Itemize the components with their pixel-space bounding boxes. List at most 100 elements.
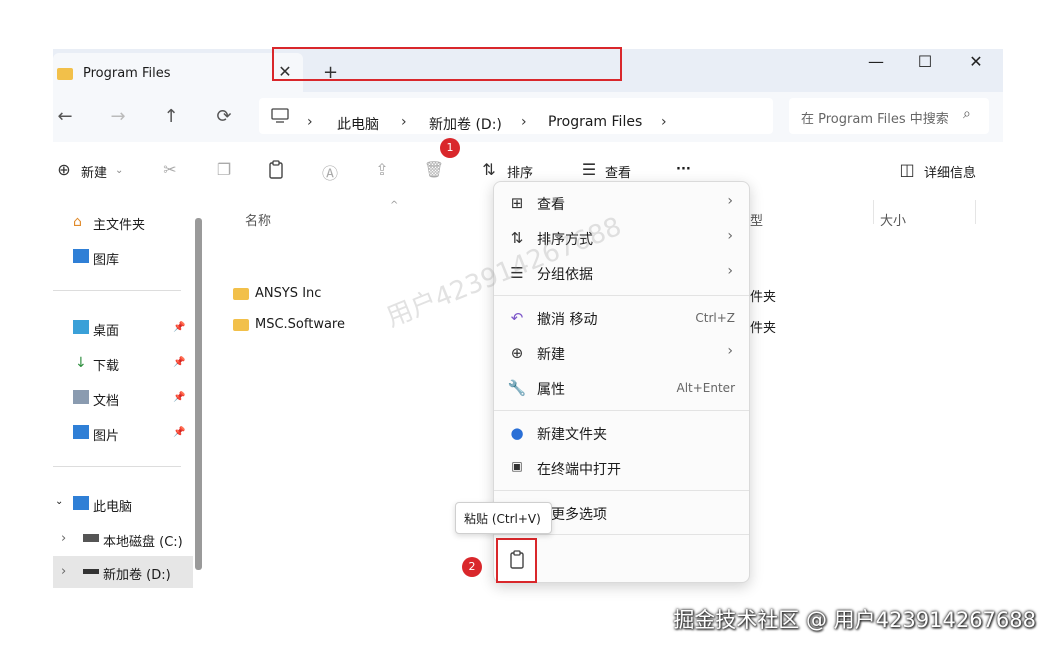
sidebar-item-documents[interactable]: 文档 bbox=[93, 390, 119, 409]
add-icon: ⊕ bbox=[57, 160, 71, 179]
menu-divider bbox=[494, 534, 749, 535]
address-highlight-box bbox=[272, 47, 622, 81]
sidebar-scrollbar[interactable] bbox=[195, 218, 202, 570]
grid-icon: ⊞ bbox=[510, 194, 524, 212]
breadcrumb-separator: › bbox=[401, 114, 407, 130]
back-icon[interactable]: ← bbox=[53, 106, 77, 127]
menu-item-properties[interactable]: 🔧 属性 Alt+Enter bbox=[494, 371, 749, 405]
footer-watermark: 掘金技术社区 @ 用户423914267688 bbox=[673, 608, 1036, 632]
menu-item-undo-move[interactable]: ↶ 撤消 移动 Ctrl+Z bbox=[494, 301, 749, 335]
new-button[interactable]: 新建 bbox=[81, 162, 107, 181]
column-separator bbox=[873, 200, 874, 224]
breadcrumb-separator: › bbox=[521, 114, 527, 130]
paste-button[interactable] bbox=[496, 538, 537, 583]
sidebar-item-drive-d[interactable]: 新加卷 (D:) bbox=[103, 564, 171, 583]
chevron-right-icon: › bbox=[727, 343, 733, 359]
pc-icon bbox=[73, 496, 89, 510]
new-folder-icon: ● bbox=[510, 424, 524, 442]
chevron-right-icon: › bbox=[727, 228, 733, 244]
details-button[interactable]: 详细信息 bbox=[924, 162, 976, 181]
sidebar-divider bbox=[53, 290, 181, 291]
tab-program-files[interactable]: Program Files ✕ bbox=[53, 53, 303, 92]
sidebar-item-downloads[interactable]: 下载 bbox=[93, 355, 119, 374]
sidebar-item-drive-c[interactable]: 本地磁盘 (C:) bbox=[103, 531, 183, 550]
sidebar-item-this-pc[interactable]: 此电脑 bbox=[93, 496, 132, 515]
menu-item-label: 撤消 移动 bbox=[537, 312, 598, 328]
breadcrumb-drive-d[interactable]: 新加卷 (D:) bbox=[429, 114, 502, 134]
chevron-down-icon: ⌄ bbox=[115, 165, 124, 176]
address-bar[interactable]: › 此电脑 › 新加卷 (D:) › Program Files › bbox=[259, 98, 773, 134]
search-box[interactable]: 在 Program Files 中搜索 ⌕ bbox=[789, 98, 989, 134]
column-separator bbox=[975, 200, 976, 224]
refresh-icon[interactable]: ⟳ bbox=[212, 106, 236, 127]
drive-icon bbox=[83, 534, 99, 542]
step-badge-1: 1 bbox=[440, 138, 460, 158]
sidebar-item-home[interactable]: 主文件夹 bbox=[93, 214, 145, 233]
chevron-down-icon[interactable]: ⌄ bbox=[55, 496, 63, 507]
file-type: 件夹 bbox=[750, 321, 777, 336]
wrench-icon: 🔧 bbox=[507, 379, 527, 397]
pin-icon: 📌 bbox=[173, 322, 186, 333]
up-icon[interactable]: ↑ bbox=[159, 106, 183, 127]
menu-item-label: 在终端中打开 bbox=[537, 462, 621, 478]
view-button[interactable]: 查看 bbox=[605, 162, 631, 181]
breadcrumb-program-files[interactable]: Program Files bbox=[548, 114, 642, 130]
share-icon[interactable]: ⇪ bbox=[371, 160, 393, 179]
menu-item-shortcut: Alt+Enter bbox=[676, 381, 735, 395]
folder-icon bbox=[233, 319, 249, 331]
gallery-icon bbox=[73, 249, 89, 263]
download-icon: ↓ bbox=[75, 355, 87, 371]
sort-button[interactable]: 排序 bbox=[507, 162, 533, 181]
tab-label: Program Files bbox=[83, 66, 171, 81]
pin-icon: 📌 bbox=[173, 392, 186, 403]
sidebar-item-gallery[interactable]: 图库 bbox=[93, 249, 119, 268]
menu-divider bbox=[494, 410, 749, 411]
home-icon: ⌂ bbox=[73, 214, 82, 230]
menu-item-open-terminal[interactable]: ▣ 在终端中打开 bbox=[494, 451, 749, 485]
menu-item-label: 查看 bbox=[537, 197, 565, 213]
pin-icon: 📌 bbox=[173, 357, 186, 368]
maximize-button[interactable]: ☐ bbox=[905, 52, 945, 71]
menu-item-new[interactable]: ⊕ 新建 › bbox=[494, 336, 749, 370]
search-icon: ⌕ bbox=[963, 106, 971, 122]
pictures-icon bbox=[73, 425, 89, 439]
chevron-right-icon[interactable]: › bbox=[61, 564, 66, 579]
more-options-button[interactable]: ··· bbox=[676, 162, 691, 177]
breadcrumb-separator: › bbox=[661, 114, 667, 130]
rename-icon[interactable]: Ⓐ bbox=[319, 160, 341, 184]
copy-icon[interactable]: ❐ bbox=[213, 160, 235, 179]
cut-icon[interactable]: ✂ bbox=[159, 160, 181, 179]
column-header-type[interactable]: 型 bbox=[750, 210, 763, 229]
file-name[interactable]: ANSYS Inc bbox=[255, 286, 321, 301]
menu-item-new-folder[interactable]: ● 新建文件夹 bbox=[494, 416, 749, 450]
file-name[interactable]: MSC.Software bbox=[255, 317, 345, 332]
minimize-button[interactable]: — bbox=[856, 52, 896, 71]
column-header-name[interactable]: 名称 bbox=[245, 210, 271, 229]
sidebar-item-pictures[interactable]: 图片 bbox=[93, 425, 119, 444]
menu-divider bbox=[494, 295, 749, 296]
add-icon: ⊕ bbox=[510, 344, 524, 362]
details-pane-icon: ◫ bbox=[899, 160, 915, 179]
documents-icon bbox=[73, 390, 89, 404]
menu-item-shortcut: Ctrl+Z bbox=[695, 311, 735, 325]
address-row: ← → ↑ ⟳ › 此电脑 › 新加卷 (D:) › Program Files… bbox=[53, 92, 1003, 142]
close-button[interactable]: ✕ bbox=[956, 52, 996, 71]
breadcrumb-this-pc[interactable]: 此电脑 bbox=[337, 114, 379, 134]
view-icon: ☰ bbox=[581, 160, 597, 179]
paste-icon[interactable] bbox=[267, 160, 285, 180]
sidebar-item-desktop[interactable]: 桌面 bbox=[93, 320, 119, 339]
column-header-size[interactable]: 大小 bbox=[880, 210, 906, 229]
paste-icon bbox=[510, 550, 524, 569]
forward-icon[interactable]: → bbox=[106, 106, 130, 127]
menu-item-view[interactable]: ⊞ 查看 › bbox=[494, 186, 749, 220]
sort-icon: ⇅ bbox=[482, 160, 496, 179]
step-badge-2: 2 bbox=[462, 557, 482, 577]
chevron-right-icon[interactable]: › bbox=[61, 531, 66, 546]
sort-arrow-icon: ^ bbox=[390, 200, 399, 211]
tooltip-text: 粘贴 (Ctrl+V) bbox=[464, 512, 541, 526]
delete-icon[interactable]: 🗑 bbox=[423, 160, 445, 179]
terminal-icon: ▣ bbox=[511, 459, 523, 473]
desktop-icon bbox=[73, 320, 89, 334]
search-placeholder: 在 Program Files 中搜索 bbox=[801, 112, 949, 127]
menu-item-label: 新建 bbox=[537, 347, 565, 363]
